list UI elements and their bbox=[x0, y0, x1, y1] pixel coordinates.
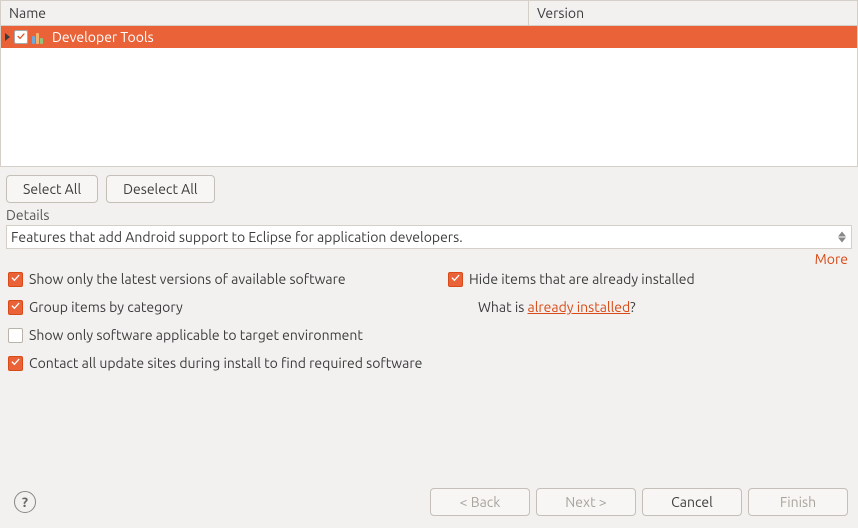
table-header: Name Version bbox=[1, 1, 857, 26]
checkbox-label: Group items by category bbox=[29, 299, 183, 315]
help-icon[interactable]: ? bbox=[14, 491, 36, 513]
checkbox-label: Show only software applicable to target … bbox=[29, 327, 363, 343]
selection-buttons: Select All Deselect All bbox=[0, 167, 858, 207]
checkbox-label: Contact all update sites during install … bbox=[29, 355, 422, 371]
details-scroll-icon[interactable] bbox=[835, 232, 849, 243]
checkbox-icon[interactable] bbox=[8, 272, 23, 287]
whatis-text: What is already installed? bbox=[448, 299, 850, 315]
whatis-prefix: What is bbox=[478, 299, 528, 315]
deselect-all-button[interactable]: Deselect All bbox=[106, 175, 214, 203]
whatis-suffix: ? bbox=[630, 299, 635, 315]
checkbox-label: Hide items that are already installed bbox=[469, 271, 695, 287]
finish-button[interactable]: Finish bbox=[748, 488, 848, 516]
details-content: Features that add Android support to Ecl… bbox=[11, 229, 463, 245]
wizard-footer: ? < Back Next > Cancel Finish bbox=[0, 478, 858, 528]
already-installed-link[interactable]: already installed bbox=[528, 299, 631, 315]
category-icon bbox=[32, 30, 48, 44]
column-version[interactable]: Version bbox=[529, 1, 857, 25]
hide-installed-checkbox[interactable]: Hide items that are already installed bbox=[448, 271, 850, 287]
next-button[interactable]: Next > bbox=[536, 488, 636, 516]
details-label: Details bbox=[0, 207, 858, 225]
table-row[interactable]: Developer Tools bbox=[1, 26, 857, 48]
contact-update-sites-checkbox[interactable]: Contact all update sites during install … bbox=[8, 355, 850, 371]
software-table: Name Version Developer Tools bbox=[0, 0, 858, 167]
row-label: Developer Tools bbox=[52, 29, 154, 45]
row-checkbox[interactable] bbox=[14, 30, 28, 44]
cancel-button[interactable]: Cancel bbox=[642, 488, 742, 516]
group-by-category-checkbox[interactable]: Group items by category bbox=[8, 299, 438, 315]
select-all-button[interactable]: Select All bbox=[6, 175, 98, 203]
checkbox-label: Show only the latest versions of availab… bbox=[29, 271, 346, 287]
checkbox-icon[interactable] bbox=[8, 300, 23, 315]
column-name[interactable]: Name bbox=[1, 1, 529, 25]
details-text: Features that add Android support to Ecl… bbox=[6, 225, 852, 249]
checkbox-icon[interactable] bbox=[8, 328, 23, 343]
checkbox-icon[interactable] bbox=[448, 272, 463, 287]
applicable-target-checkbox[interactable]: Show only software applicable to target … bbox=[8, 327, 438, 343]
more-link[interactable]: More bbox=[0, 249, 858, 271]
options-panel: Show only the latest versions of availab… bbox=[0, 271, 858, 371]
latest-versions-checkbox[interactable]: Show only the latest versions of availab… bbox=[8, 271, 438, 287]
table-body[interactable]: Developer Tools bbox=[1, 26, 857, 166]
back-button[interactable]: < Back bbox=[430, 488, 530, 516]
expand-arrow-icon[interactable] bbox=[5, 33, 10, 41]
checkbox-icon[interactable] bbox=[8, 356, 23, 371]
